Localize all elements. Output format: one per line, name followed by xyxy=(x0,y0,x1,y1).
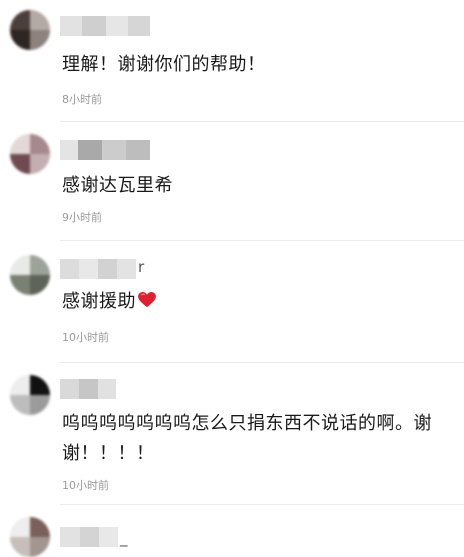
comment-text: 感谢援助 xyxy=(62,287,156,317)
commenter-name-blurred[interactable] xyxy=(60,527,118,547)
comment-text-content: 感谢援助 xyxy=(62,291,136,312)
comment-time: 10小时前 xyxy=(62,479,109,492)
comment-text: 感谢达瓦里希 xyxy=(62,175,173,196)
commenter-name-tail: r xyxy=(138,258,145,276)
comment-text: 呜呜呜呜呜呜呜怎么只捐东西不说话的啊。谢谢！！！！ xyxy=(62,413,432,464)
comment-text: 理解！谢谢你们的帮助！ xyxy=(62,54,266,75)
avatar[interactable] xyxy=(10,517,50,557)
avatar[interactable] xyxy=(10,255,50,295)
comment-item: 呜呜呜呜呜呜呜怎么只捐东西不说话的啊。谢谢！！！！ 10小时前 xyxy=(0,363,464,503)
commenter-name-blurred[interactable] xyxy=(60,379,116,399)
comment-item: 理解！谢谢你们的帮助！ 8小时前 xyxy=(0,0,464,120)
avatar[interactable] xyxy=(10,134,50,174)
red-heart-emoji-icon xyxy=(138,292,156,308)
avatar[interactable] xyxy=(10,10,50,50)
comment-time: 8小时前 xyxy=(62,93,102,106)
commenter-name-blurred[interactable] xyxy=(60,140,150,160)
comment-time: 9小时前 xyxy=(62,211,102,224)
avatar[interactable] xyxy=(10,375,50,415)
comment-time: 10小时前 xyxy=(62,331,109,344)
comment-item: r 感谢援助 10小时前 xyxy=(0,241,464,361)
comment-item: 感谢达瓦里希 9小时前 xyxy=(0,122,464,240)
commenter-name-tail: _ xyxy=(120,529,128,547)
commenter-name-blurred[interactable] xyxy=(60,259,136,279)
commenter-name-blurred[interactable] xyxy=(60,16,150,36)
comment-item: _ xyxy=(0,505,464,557)
